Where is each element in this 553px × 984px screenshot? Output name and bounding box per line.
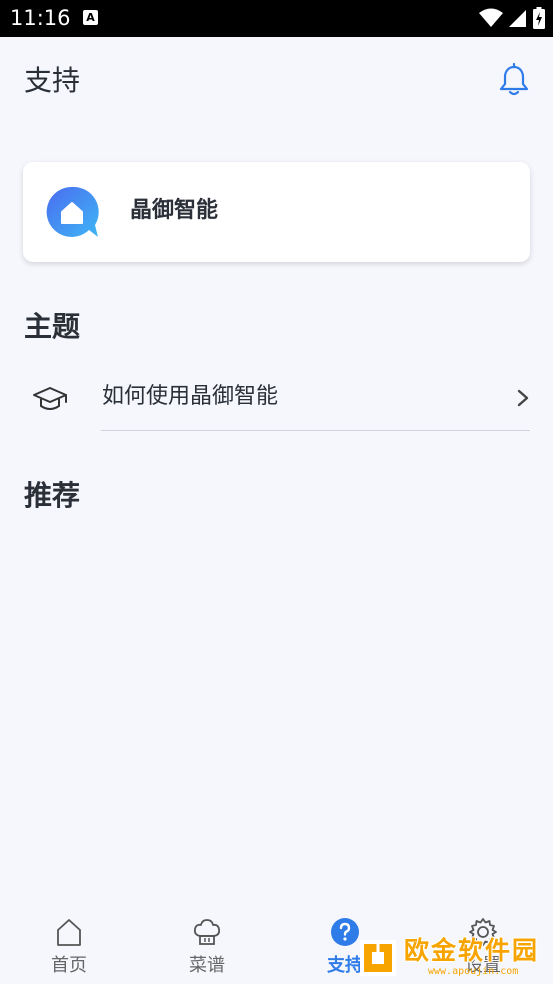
bottom-tab-bar: 首页 菜谱 支持 设置 xyxy=(0,906,553,984)
tab-support[interactable]: 支持 xyxy=(276,906,414,984)
home-icon xyxy=(57,919,81,946)
status-bar: 11:16 A xyxy=(0,0,553,37)
notification-icon: A xyxy=(83,10,98,25)
bell-icon[interactable] xyxy=(496,62,532,98)
tab-support-label: 支持 xyxy=(327,955,363,976)
recommend-section-title: 推荐 xyxy=(24,479,81,512)
tab-recipes-label: 菜谱 xyxy=(189,955,225,976)
topic-item-label: 如何使用晶御智能 xyxy=(102,384,279,409)
tab-home[interactable]: 首页 xyxy=(0,906,138,984)
topic-item[interactable]: 如何使用晶御智能 xyxy=(0,365,553,431)
signal-icon xyxy=(509,10,526,27)
tab-settings[interactable]: 设置 xyxy=(414,906,552,984)
page-title: 支持 xyxy=(24,64,81,97)
gear-icon xyxy=(469,918,497,946)
graduation-cap-icon xyxy=(33,387,67,410)
tab-recipes[interactable]: 菜谱 xyxy=(138,906,276,984)
status-time: 11:16 xyxy=(10,6,71,30)
topics-section-title: 主题 xyxy=(24,310,81,343)
tab-settings-label: 设置 xyxy=(465,955,501,976)
brand-card[interactable]: 晶御智能 xyxy=(23,162,530,262)
wifi-icon xyxy=(479,8,503,27)
tab-home-label: 首页 xyxy=(51,955,87,976)
brand-logo-icon xyxy=(46,186,99,237)
chevron-right-icon xyxy=(517,389,529,407)
battery-icon xyxy=(533,7,545,29)
divider xyxy=(101,430,530,431)
brand-name: 晶御智能 xyxy=(130,198,219,223)
help-circle-icon xyxy=(331,918,359,946)
chef-hat-icon xyxy=(193,919,221,945)
